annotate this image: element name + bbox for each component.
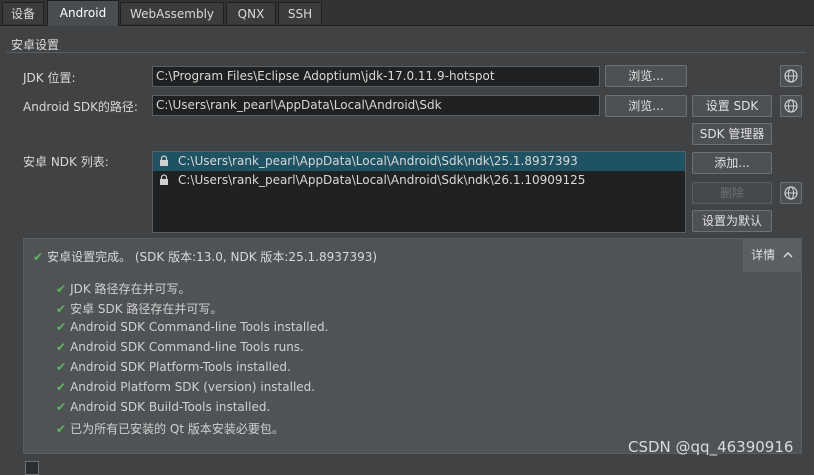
check-item: ✔ Android SDK Command-line Tools installe… xyxy=(56,320,328,334)
check-icon: ✔ xyxy=(56,422,67,436)
ndk-label: 安卓 NDK 列表: xyxy=(23,155,109,169)
bottom-checkbox[interactable] xyxy=(25,461,39,475)
check-item-text: Android SDK Command-line Tools installed… xyxy=(70,320,329,334)
check-item: ✔ 已为所有已安装的 Qt 版本安装必要包。 xyxy=(56,420,284,437)
lock-icon xyxy=(160,155,168,166)
sdk-browse-button[interactable]: 浏览... xyxy=(605,95,687,117)
check-item-text: 安卓 SDK 路径存在并可写。 xyxy=(70,302,223,316)
jdk-path-field[interactable]: C:\Program Files\Eclipse Adoptium\jdk-17… xyxy=(152,66,600,87)
summary-status-text: 安卓设置完成。 (SDK 版本:13.0, NDK 版本:25.1.893739… xyxy=(47,250,378,264)
ndk-list-item[interactable]: C:\Users\rank_pearl\AppData\Local\Androi… xyxy=(153,171,685,190)
tab-webassembly[interactable]: WebAssembly xyxy=(120,2,224,24)
setup-sdk-button[interactable]: 设置 SDK xyxy=(692,95,772,117)
details-label: 详情 xyxy=(751,248,776,262)
check-item: ✔ Android SDK Platform-Tools installed. xyxy=(56,360,291,374)
check-icon: ✔ xyxy=(56,400,67,414)
ndk-path-text: C:\Users\rank_pearl\AppData\Local\Androi… xyxy=(178,173,586,187)
details-toggle-button[interactable]: 详情 xyxy=(743,239,801,272)
check-item: ✔ Android SDK Build-Tools installed. xyxy=(56,400,270,414)
check-icon: ✔ xyxy=(56,302,67,316)
check-item: ✔ JDK 路径存在并可写。 xyxy=(56,280,191,297)
check-icon: ✔ xyxy=(56,320,67,334)
add-ndk-button[interactable]: 添加... xyxy=(692,152,772,174)
remove-ndk-button[interactable]: 删除 xyxy=(692,182,772,204)
set-default-ndk-button[interactable]: 设置为默认 xyxy=(692,210,772,232)
check-icon: ✔ xyxy=(56,282,67,296)
check-icon: ✔ xyxy=(56,360,67,374)
check-item-text: Android Platform SDK (version) installed… xyxy=(70,380,316,394)
watermark: CSDN @qq_46390916 xyxy=(628,438,794,456)
section-title: 安卓设置 xyxy=(11,38,60,52)
ndk-list-item[interactable]: C:\Users\rank_pearl\AppData\Local\Androi… xyxy=(153,152,685,171)
ndk-path-text: C:\Users\rank_pearl\AppData\Local\Androi… xyxy=(178,154,578,168)
check-icon: ✔ xyxy=(56,340,67,354)
summary-status: ✔ 安卓设置完成。 (SDK 版本:13.0, NDK 版本:25.1.89373… xyxy=(33,248,377,265)
check-item-text: Android SDK Platform-Tools installed. xyxy=(70,360,291,374)
lock-icon xyxy=(160,174,168,185)
tab-devices[interactable]: 设备 xyxy=(2,2,44,24)
check-item-text: Android SDK Build-Tools installed. xyxy=(70,400,271,414)
group-divider xyxy=(6,52,806,53)
check-item: ✔ Android SDK Command-line Tools runs. xyxy=(56,340,304,354)
check-item-text: JDK 路径存在并可写。 xyxy=(70,282,191,296)
sdk-path-field[interactable]: C:\Users\rank_pearl\AppData\Local\Androi… xyxy=(152,95,600,116)
sdk-label: Android SDK的路径: xyxy=(23,100,138,114)
jdk-browse-button[interactable]: 浏览... xyxy=(605,65,687,87)
check-item-text: 已为所有已安装的 Qt 版本安装必要包。 xyxy=(70,422,284,436)
tab-ssh[interactable]: SSH xyxy=(278,2,322,24)
globe-icon xyxy=(784,186,798,200)
check-item-text: Android SDK Command-line Tools runs. xyxy=(70,340,304,354)
check-item: ✔ Android Platform SDK (version) installe… xyxy=(56,380,315,394)
check-icon: ✔ xyxy=(33,250,44,264)
chevron-up-icon xyxy=(783,252,793,258)
tab-qnx[interactable]: QNX xyxy=(226,2,276,24)
tab-bar: 设备 Android WebAssembly QNX SSH xyxy=(0,0,814,26)
sdk-download-button[interactable] xyxy=(780,95,802,117)
ndk-download-button[interactable] xyxy=(780,182,802,204)
tab-android[interactable]: Android xyxy=(47,0,119,26)
check-item: ✔ 安卓 SDK 路径存在并可写。 xyxy=(56,300,222,317)
check-icon: ✔ xyxy=(56,380,67,394)
jdk-label: JDK 位置: xyxy=(23,71,76,85)
sdk-manager-button[interactable]: SDK 管理器 xyxy=(692,123,772,145)
ndk-list[interactable]: C:\Users\rank_pearl\AppData\Local\Androi… xyxy=(152,151,686,233)
summary-panel: ✔ 安卓设置完成。 (SDK 版本:13.0, NDK 版本:25.1.89373… xyxy=(23,238,802,454)
summary-header: ✔ 安卓设置完成。 (SDK 版本:13.0, NDK 版本:25.1.89373… xyxy=(24,239,801,272)
jdk-download-button[interactable] xyxy=(780,65,802,87)
globe-icon xyxy=(784,99,798,113)
globe-icon xyxy=(784,69,798,83)
